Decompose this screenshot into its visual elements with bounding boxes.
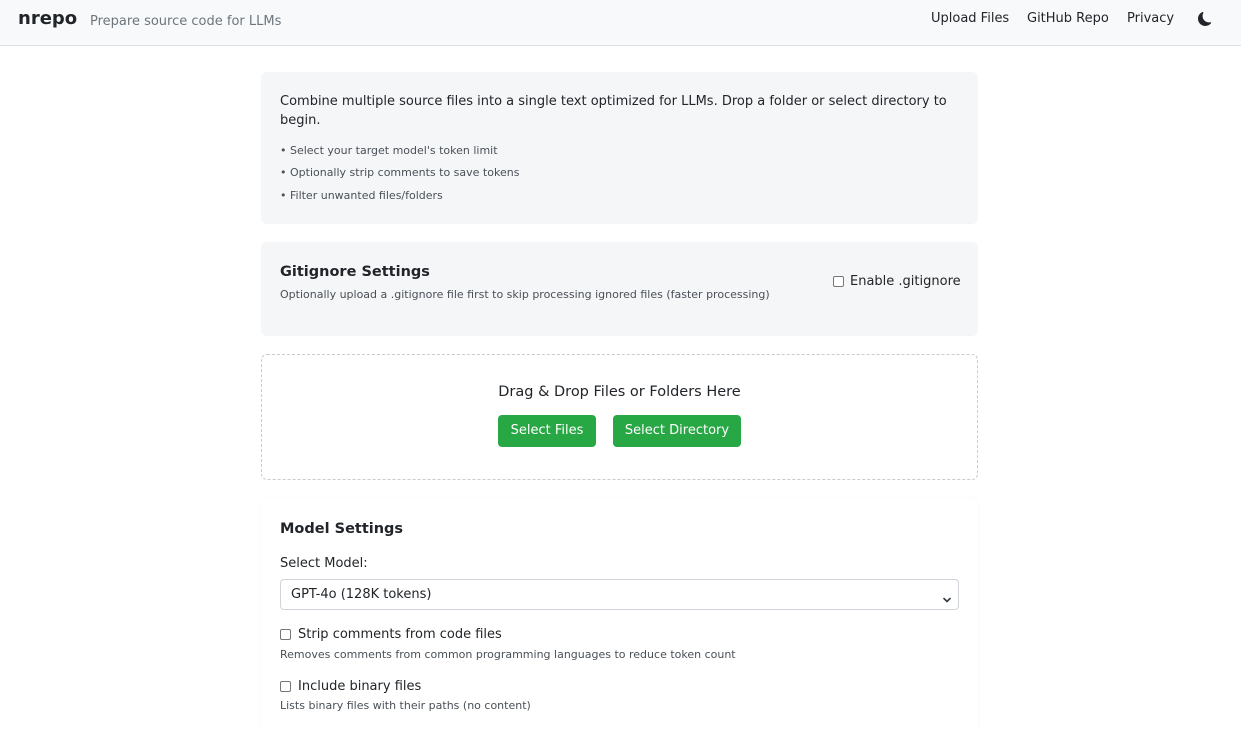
intro-bullet: • Optionally strip comments to save toke… <box>280 166 520 179</box>
enable-gitignore-option[interactable]: Enable .gitignore <box>833 274 961 289</box>
intro-text: Combine multiple source files into a sin… <box>280 94 947 128</box>
include-binary-checkbox[interactable] <box>280 681 291 692</box>
app-brand[interactable]: nrepo <box>18 8 77 29</box>
nav-upload-files[interactable]: Upload Files <box>931 11 1009 26</box>
dropzone-title: Drag & Drop Files or Folders Here <box>498 384 741 400</box>
select-directory-button[interactable]: Select Directory <box>613 415 741 447</box>
strip-comments-option[interactable]: Strip comments from code files <box>280 627 502 642</box>
moon-icon[interactable] <box>1198 11 1216 29</box>
top-navbar: nrepo Prepare source code for LLMs Uploa… <box>0 0 1241 46</box>
enable-gitignore-checkbox[interactable] <box>833 276 844 287</box>
include-binary-label[interactable]: Include binary files <box>298 679 421 694</box>
intro-card: Combine multiple source files into a sin… <box>261 72 978 224</box>
model-select-value: GPT-4o (128K tokens) <box>291 587 432 602</box>
gitignore-title: Gitignore Settings <box>280 264 430 280</box>
select-files-button[interactable]: Select Files <box>498 415 596 447</box>
gitignore-description: Optionally upload a .gitignore file firs… <box>280 288 770 301</box>
model-select[interactable]: GPT-4o (128K tokens) <box>280 579 959 610</box>
model-settings-title: Model Settings <box>280 521 404 537</box>
nav-privacy[interactable]: Privacy <box>1127 11 1174 26</box>
select-model-label: Select Model: <box>280 556 368 571</box>
intro-bullet: • Select your target model's token limit <box>280 144 498 157</box>
enable-gitignore-label[interactable]: Enable .gitignore <box>850 274 961 289</box>
include-binary-option[interactable]: Include binary files <box>280 679 421 694</box>
gitignore-settings-card: Gitignore Settings Optionally upload a .… <box>261 242 978 336</box>
strip-comments-label[interactable]: Strip comments from code files <box>298 627 502 642</box>
include-binary-description: Lists binary files with their paths (no … <box>280 699 531 712</box>
strip-comments-description: Removes comments from common programming… <box>280 648 736 661</box>
model-settings-card: Model Settings Select Model: GPT-4o (128… <box>261 498 978 731</box>
intro-bullet: • Filter unwanted files/folders <box>280 189 443 202</box>
nav-github-repo[interactable]: GitHub Repo <box>1027 11 1109 26</box>
app-tagline: Prepare source code for LLMs <box>90 14 282 29</box>
strip-comments-checkbox[interactable] <box>280 629 291 640</box>
file-dropzone[interactable]: Drag & Drop Files or Folders Here Select… <box>261 354 978 480</box>
chevron-down-icon <box>942 590 952 603</box>
